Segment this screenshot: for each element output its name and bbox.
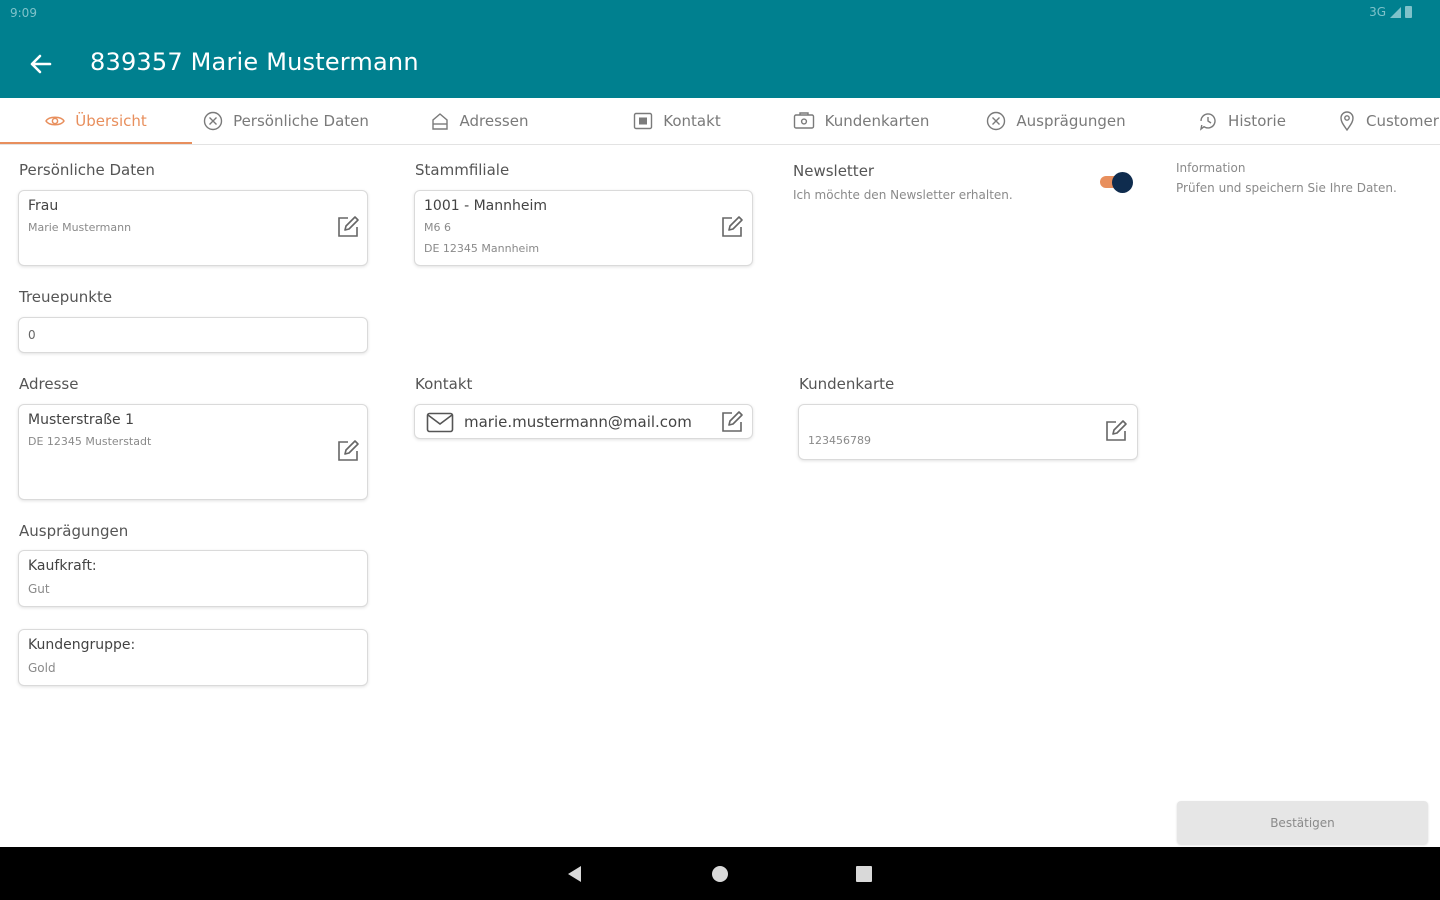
customer-card-field[interactable]: 123456789 bbox=[798, 404, 1138, 460]
tab-auspraegungen[interactable]: Ausprägungen bbox=[966, 98, 1146, 144]
signal-icon bbox=[1390, 6, 1401, 18]
back-button[interactable] bbox=[26, 49, 56, 79]
customer-name: Marie Mustermann bbox=[28, 221, 132, 234]
tab-label: Übersicht bbox=[75, 112, 147, 130]
personal-label: Persönliche Daten bbox=[19, 161, 155, 179]
edit-icon bbox=[338, 216, 359, 237]
newsletter-toggle[interactable] bbox=[1100, 172, 1136, 193]
square-recents-icon bbox=[856, 865, 872, 882]
edit-branch-button[interactable] bbox=[718, 213, 746, 241]
tab-label: Kundenkarten bbox=[824, 112, 930, 130]
edit-address-button[interactable] bbox=[334, 437, 362, 465]
branch-name: 1001 - Mannheim bbox=[424, 198, 547, 214]
edit-customer-card-button[interactable] bbox=[1102, 417, 1130, 445]
edit-icon bbox=[1106, 420, 1127, 441]
address-street: Musterstraße 1 bbox=[28, 412, 135, 428]
tab-label: Historie bbox=[1228, 112, 1286, 130]
newsletter-label: Newsletter bbox=[793, 162, 875, 180]
tab-label: Customer bbox=[1366, 112, 1439, 130]
branch-city: DE 12345 Mannheim bbox=[424, 242, 540, 255]
customer-card-number: 123456789 bbox=[808, 434, 871, 447]
tab-historie[interactable]: Historie bbox=[1172, 98, 1312, 144]
personal-card[interactable]: Frau Marie Mustermann bbox=[18, 190, 368, 266]
triangle-back-icon bbox=[568, 865, 581, 882]
system-nav-bar bbox=[0, 847, 1440, 900]
status-icons: 3G bbox=[1369, 5, 1412, 19]
page-title: 839357 Marie Mustermann bbox=[90, 48, 419, 76]
app-bar: 9:09 3G 839357 Marie Mustermann bbox=[0, 0, 1440, 98]
characteristic-value: Gold bbox=[28, 661, 56, 675]
tab-bar: Übersicht Persönliche Daten Adressen Kon… bbox=[0, 98, 1440, 145]
edit-personal-button[interactable] bbox=[334, 213, 362, 241]
confirm-button[interactable]: Bestätigen bbox=[1177, 801, 1428, 844]
eye-icon bbox=[45, 116, 66, 126]
loyalty-value: 0 bbox=[28, 328, 36, 342]
contact-label: Kontakt bbox=[415, 375, 473, 393]
edit-icon bbox=[722, 411, 743, 432]
address-card[interactable]: Musterstraße 1 DE 12345 Musterstadt bbox=[18, 404, 368, 500]
contact-card[interactable]: marie.mustermann@mail.com bbox=[414, 404, 753, 439]
circle-home-icon bbox=[712, 865, 728, 882]
characteristic-card[interactable]: Kundengruppe: Gold bbox=[18, 629, 368, 686]
nav-home-button[interactable] bbox=[690, 847, 750, 900]
tab-kundenkarten[interactable]: Kundenkarten bbox=[776, 98, 946, 144]
tab-uebersicht[interactable]: Übersicht bbox=[0, 98, 192, 144]
envelope-icon bbox=[426, 412, 454, 433]
tab-customer[interactable]: Customer bbox=[1338, 98, 1440, 144]
nav-back-button[interactable] bbox=[545, 847, 605, 900]
characteristic-card[interactable]: Kaufkraft: Gut bbox=[18, 550, 368, 607]
edit-icon bbox=[338, 440, 359, 461]
loyalty-field[interactable]: 0 bbox=[18, 317, 368, 353]
tab-kontakt[interactable]: Kontakt bbox=[578, 98, 776, 144]
address-label: Adresse bbox=[19, 375, 79, 393]
tab-label: Kontakt bbox=[663, 112, 721, 130]
history-icon bbox=[1199, 113, 1216, 131]
newsletter-description: Ich möchte den Newsletter erhalten. bbox=[793, 188, 1013, 202]
nav-recents-button[interactable] bbox=[834, 847, 894, 900]
home-icon bbox=[431, 113, 448, 130]
home-branch-card[interactable]: 1001 - Mannheim M6 6 DE 12345 Mannheim bbox=[414, 190, 753, 266]
tab-label: Persönliche Daten bbox=[233, 112, 369, 130]
home-branch-label: Stammfiliale bbox=[415, 161, 510, 179]
customer-card-label: Kundenkarte bbox=[799, 375, 895, 393]
salutation: Frau bbox=[28, 198, 59, 214]
address-city: DE 12345 Musterstadt bbox=[28, 435, 152, 448]
contact-email: marie.mustermann@mail.com bbox=[464, 413, 692, 431]
characteristics-label: Ausprägungen bbox=[19, 522, 129, 540]
branch-street: M6 6 bbox=[424, 221, 451, 234]
tab-label: Ausprägungen bbox=[1016, 112, 1126, 130]
edit-icon bbox=[722, 216, 743, 237]
settings-circle-icon bbox=[987, 111, 1006, 131]
characteristic-value: Gut bbox=[28, 582, 50, 596]
information-title: Information bbox=[1176, 161, 1246, 175]
loyalty-label: Treuepunkte bbox=[19, 288, 113, 306]
tab-label: Adressen bbox=[459, 112, 529, 130]
toggle-thumb bbox=[1112, 172, 1133, 193]
network-type: 3G bbox=[1369, 5, 1386, 19]
arrow-left-icon bbox=[30, 54, 52, 74]
characteristic-key: Kundengruppe: bbox=[28, 637, 136, 653]
characteristic-key: Kaufkraft: bbox=[28, 558, 97, 574]
tab-persoenliche-daten[interactable]: Persönliche Daten bbox=[192, 98, 380, 144]
person-circle-icon bbox=[203, 111, 223, 131]
tab-adressen[interactable]: Adressen bbox=[380, 98, 578, 144]
contact-card-icon bbox=[634, 112, 653, 130]
location-pin-icon bbox=[1340, 111, 1354, 131]
card-icon bbox=[793, 112, 814, 129]
status-time: 9:09 bbox=[10, 6, 37, 20]
battery-icon bbox=[1405, 6, 1412, 18]
edit-contact-button[interactable] bbox=[718, 408, 746, 436]
information-text: Prüfen und speichern Sie Ihre Daten. bbox=[1176, 181, 1397, 195]
